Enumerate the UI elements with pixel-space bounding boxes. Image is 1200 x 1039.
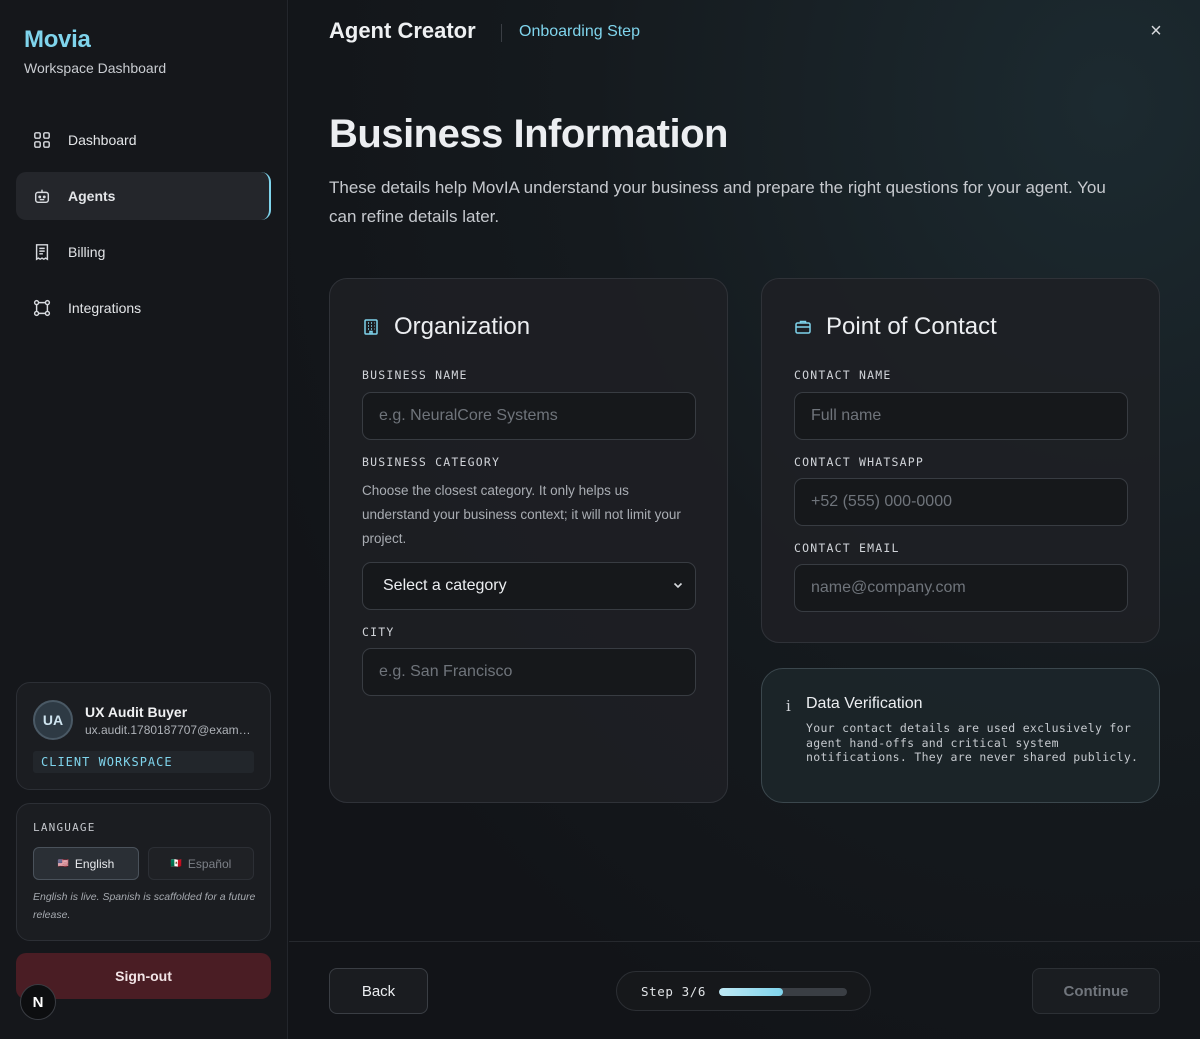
close-icon[interactable]: ×: [1144, 20, 1168, 44]
receipt-icon: [32, 242, 52, 262]
signout-button[interactable]: Sign-out: [16, 953, 271, 999]
topbar-step: Onboarding Step: [519, 23, 640, 40]
sidebar-item-integrations[interactable]: Integrations: [16, 284, 271, 332]
sidebar-item-label: Billing: [68, 244, 106, 260]
page-description: These details help MovIA understand your…: [329, 178, 1106, 226]
organization-card: Organization BUSINESS NAME BUSINESS CATE…: [329, 278, 728, 803]
contact-whatsapp-input[interactable]: [794, 478, 1128, 526]
contact-email-label: CONTACT EMAIL: [794, 541, 900, 555]
sidebar-item-agents[interactable]: Agents: [16, 172, 271, 220]
language-note: English is live. Spanish is scaffolded f…: [33, 891, 256, 921]
progress-track: [719, 988, 847, 996]
nodes-icon: [32, 298, 52, 318]
contact-email-input[interactable]: [794, 564, 1128, 612]
chevron-down-icon: [673, 579, 683, 593]
language-card: LANGUAGE 🇺🇸 English 🇲🇽 Español English i…: [16, 803, 271, 941]
sidebar-nav: Dashboard Agents Billing Integrations: [16, 116, 271, 340]
brand-name[interactable]: Movia: [24, 26, 166, 54]
sidebar-item-label: Dashboard: [68, 132, 137, 148]
verification-title: Data Verification: [806, 695, 923, 712]
language-option-label: Español: [187, 856, 232, 871]
city-label: CITY: [362, 625, 395, 639]
business-name-label: BUSINESS NAME: [362, 368, 468, 382]
user-email: ux.audit.1780187707@exampl...: [85, 723, 257, 737]
workspace-badge: CLIENT WORKSPACE: [33, 751, 254, 773]
organization-header: Organization: [362, 313, 530, 341]
avatar: UA: [33, 700, 73, 740]
contact-card: Point of Contact CONTACT NAME CONTACT WH…: [761, 278, 1160, 643]
sidebar: Movia Workspace Dashboard Dashboard Agen…: [0, 0, 288, 1039]
n-badge[interactable]: N: [20, 984, 56, 1020]
step-text: Step 3/6: [641, 984, 707, 999]
contact-title: Point of Contact: [826, 313, 997, 340]
topbar-divider: [501, 24, 502, 42]
language-title: LANGUAGE: [33, 821, 96, 834]
sidebar-item-label: Agents: [68, 188, 116, 204]
contact-name-input[interactable]: [794, 392, 1128, 440]
us-flag-icon: 🇺🇸: [57, 858, 69, 868]
data-verification-notice: i Data Verification Your contact details…: [761, 668, 1160, 803]
contact-name-label: CONTACT NAME: [794, 368, 892, 382]
organization-title: Organization: [394, 313, 531, 340]
back-button[interactable]: Back: [329, 968, 428, 1014]
sidebar-item-billing[interactable]: Billing: [16, 228, 271, 276]
business-category-select[interactable]: Select a category: [362, 562, 696, 610]
sidebar-item-label: Integrations: [68, 300, 142, 316]
page-title: Business Information: [329, 112, 728, 156]
city-input[interactable]: [362, 648, 696, 696]
user-name: UX Audit Buyer: [85, 704, 188, 720]
business-category-help: Choose the closest category. It only hel…: [362, 483, 681, 546]
progress-fill: [719, 988, 783, 996]
contact-header: Point of Contact: [794, 313, 997, 341]
brand: Movia Workspace Dashboard: [24, 26, 166, 76]
user-card[interactable]: UA UX Audit Buyer ux.audit.1780187707@ex…: [16, 682, 271, 790]
step-indicator: Step 3/6: [616, 971, 871, 1011]
main-content: Agent Creator Onboarding Step × Business…: [289, 0, 1200, 1039]
business-name-input[interactable]: [362, 392, 696, 440]
robot-icon: [32, 186, 52, 206]
business-category-value: Select a category: [383, 577, 507, 594]
briefcase-icon: [795, 320, 811, 334]
continue-button[interactable]: Continue: [1032, 968, 1160, 1014]
language-english-button[interactable]: 🇺🇸 English: [33, 847, 139, 880]
info-icon: i: [786, 697, 791, 715]
business-category-label: BUSINESS CATEGORY: [362, 455, 501, 469]
brand-subtitle: Workspace Dashboard: [24, 60, 167, 76]
mx-flag-icon: 🇲🇽: [170, 858, 182, 868]
language-spanish-button[interactable]: 🇲🇽 Español: [148, 847, 254, 880]
building-icon: [364, 319, 378, 335]
footer-divider: [289, 941, 1200, 942]
language-option-label: English: [74, 856, 115, 871]
grid-icon: [32, 130, 52, 150]
verification-text: Your contact details are used exclusivel…: [806, 721, 1139, 764]
contact-whatsapp-label: CONTACT WHATSAPP: [794, 455, 924, 469]
sidebar-item-dashboard[interactable]: Dashboard: [16, 116, 271, 164]
topbar-title: Agent Creator: [329, 18, 476, 43]
